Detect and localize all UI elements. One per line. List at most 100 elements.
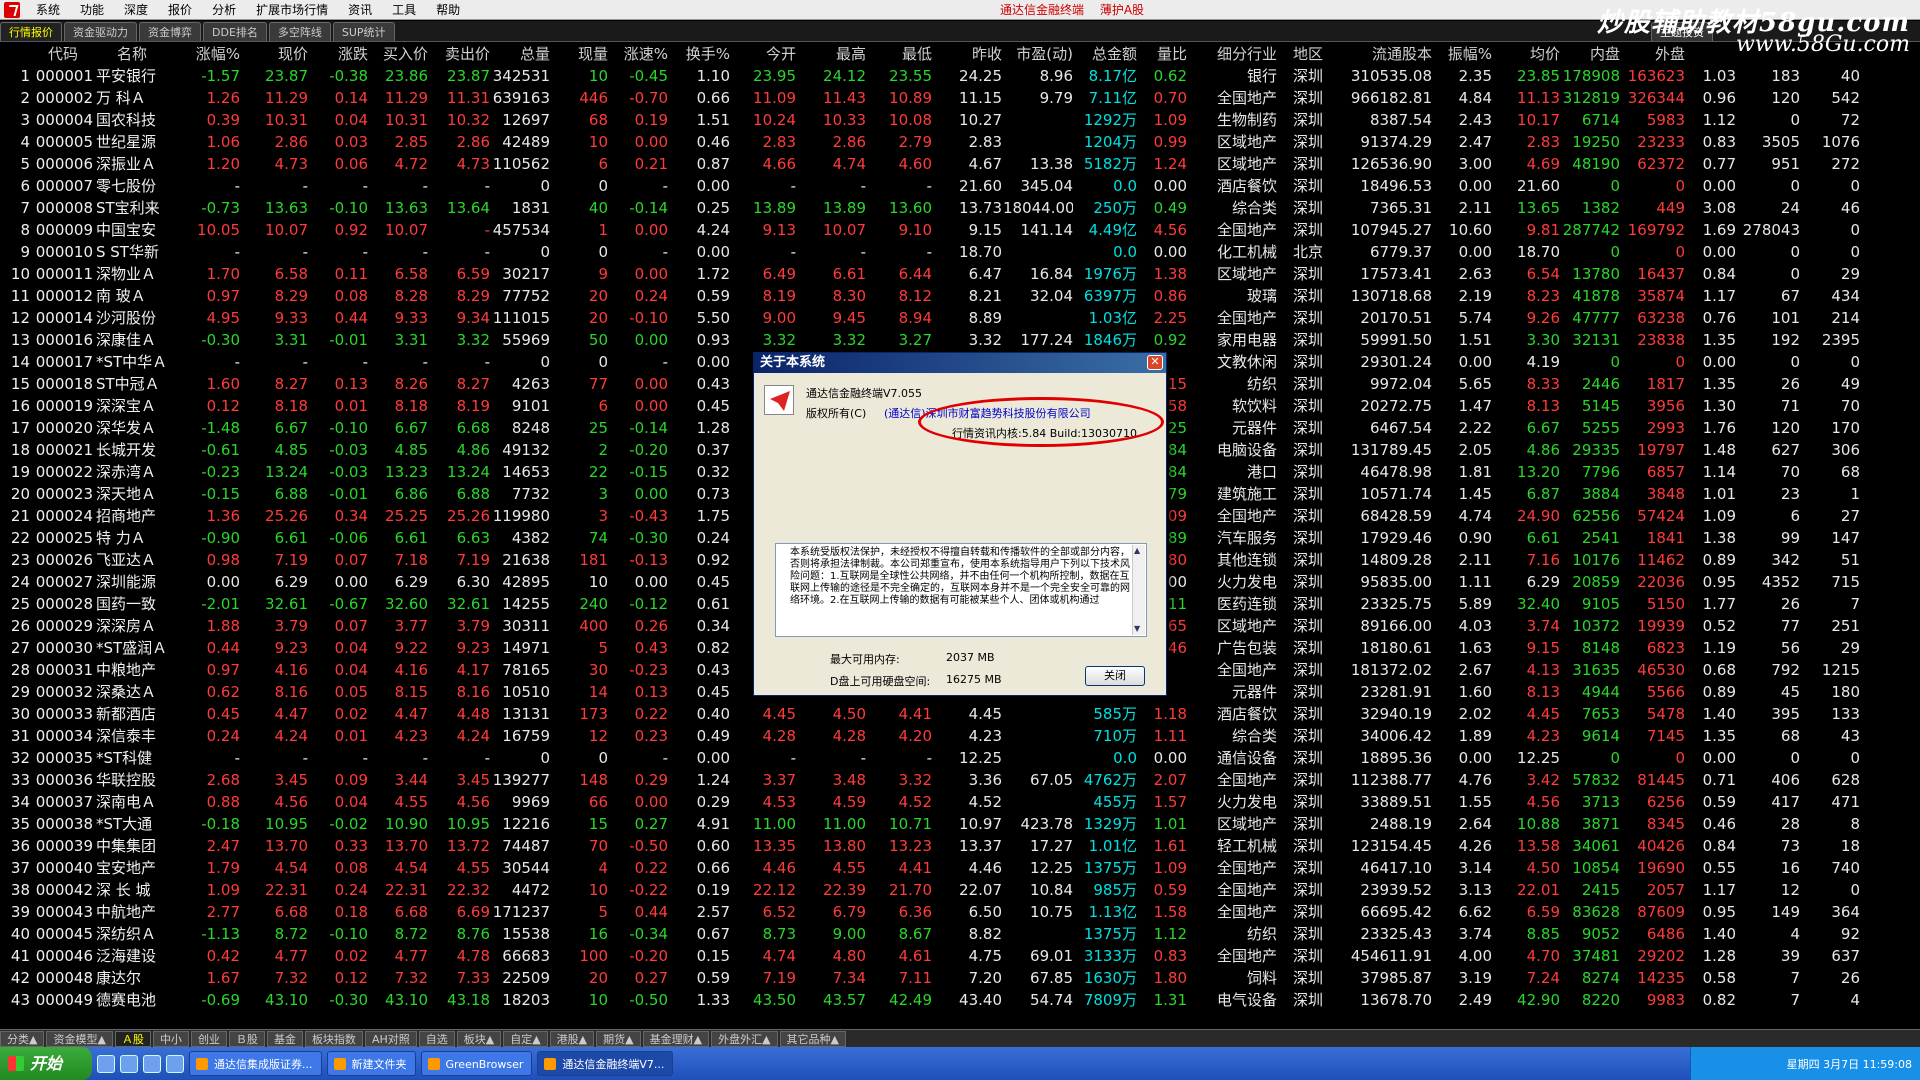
- menu-news[interactable]: 资讯: [338, 0, 382, 20]
- category-tab[interactable]: 板块指数: [304, 1030, 363, 1047]
- table-row[interactable]: 36 000039 中集集团 2.47 13.70 0.33 13.70 13.72 74487…: [0, 835, 1920, 857]
- column-header[interactable]: 现量: [558, 43, 608, 65]
- column-header[interactable]: 细分行业: [1193, 43, 1277, 65]
- notice-scrollbar[interactable]: [1132, 545, 1145, 635]
- table-row[interactable]: 3 000004 国农科技 0.39 10.31 0.04 10.31 10.32 12697 6…: [0, 109, 1920, 131]
- category-tab[interactable]: AH对照: [364, 1030, 417, 1047]
- tab-quotes[interactable]: 行情报价: [0, 22, 62, 41]
- table-row[interactable]: 13 000016 深康佳Ａ -0.30 3.31 -0.01 3.31 3.32 55969 5…: [0, 329, 1920, 351]
- menu-function[interactable]: 功能: [70, 0, 114, 20]
- table-row[interactable]: 11 000012 南 玻Ａ 0.97 8.29 0.08 8.28 8.29 77752 20 0…: [0, 285, 1920, 307]
- table-row[interactable]: 6 000007 零七股份 - - - - -0 0-0.00- - -21.60 345.04 0.0…: [0, 175, 1920, 197]
- menu-depth[interactable]: 深度: [114, 0, 158, 20]
- table-row[interactable]: 39 000043 中航地产 2.77 6.68 0.18 6.68 6.69 171237 5 0…: [0, 901, 1920, 923]
- category-tab[interactable]: 其它品种▲: [779, 1030, 847, 1047]
- menu-quote[interactable]: 报价: [158, 0, 202, 20]
- column-header[interactable]: 地区: [1283, 43, 1323, 65]
- category-tab[interactable]: 基金: [266, 1030, 303, 1047]
- table-row[interactable]: 9 000010 S ST华新 - - - - - 0 0 - 0.00 - - - 18.70 0.0 0.00…: [0, 241, 1920, 263]
- column-header[interactable]: 最高: [804, 43, 866, 65]
- table-row[interactable]: 42 000048 康达尔 1.67 7.32 0.12 7.32 7.33 22509 20 0.…: [0, 967, 1920, 989]
- desktop-icon[interactable]: [97, 1054, 115, 1073]
- category-tab[interactable]: 期货▲: [596, 1030, 641, 1047]
- table-row[interactable]: 40 000045 深纺织Ａ -1.13 8.72 -0.10 8.72 8.76 15538 1…: [0, 923, 1920, 945]
- category-tab[interactable]: 创业: [190, 1030, 227, 1047]
- taskbar-item-tdx-integrated[interactable]: 通达信集成版证券...: [189, 1051, 322, 1076]
- table-row[interactable]: 2 000002 万 科Ａ 1.26 11.29 0.14 11.29 11.31 639163…: [0, 87, 1920, 109]
- dialog-title-bar[interactable]: 关于本系统 ✕: [754, 353, 1166, 373]
- tab-dde-rank[interactable]: DDE排名: [203, 22, 267, 41]
- taskbar-item-tdx-terminal[interactable]: 通达信金融终端V7...: [537, 1051, 674, 1076]
- cell-ask: 23.87: [447, 67, 490, 85]
- menu-tools[interactable]: 工具: [382, 0, 426, 20]
- table-row[interactable]: 34 000037 深南电Ａ 0.88 4.56 0.04 4.55 4.56 9969 66 0.…: [0, 791, 1920, 813]
- category-tab[interactable]: 资金模型▲: [46, 1030, 113, 1047]
- menu-system[interactable]: 系统: [26, 0, 70, 20]
- tab-capital-game[interactable]: 资金博弈: [139, 22, 201, 41]
- media-icon[interactable]: [166, 1054, 184, 1073]
- column-header[interactable]: 今开: [736, 43, 796, 65]
- browser-icon[interactable]: [143, 1054, 161, 1073]
- column-header[interactable]: 量比: [1141, 43, 1187, 65]
- column-header[interactable]: 名称: [96, 43, 168, 65]
- table-row[interactable]: 7 000008 ST宝利来 -0.73 13.63 -0.10 13.63 13.64 183…: [0, 197, 1920, 219]
- taskbar-item-greenbrowser[interactable]: GreenBrowser: [420, 1051, 533, 1076]
- close-icon[interactable]: ✕: [1147, 355, 1163, 370]
- table-row[interactable]: 12 000014 沙河股份 4.95 9.33 0.44 9.33 9.34 111015 20…: [0, 307, 1920, 329]
- tab-sup-stats[interactable]: SUP统计: [332, 22, 395, 41]
- license-notice-text[interactable]: 本系统受版权法保护，未经授权不得擅自转载和传播软件的全部或部分内容，否则将承担法…: [775, 543, 1147, 637]
- menu-analysis[interactable]: 分析: [202, 0, 246, 20]
- column-header[interactable]: 总量: [490, 43, 550, 65]
- table-row[interactable]: 10 000011 深物业Ａ 1.70 6.58 0.11 6.58 6.59 30217 9 0.…: [0, 263, 1920, 285]
- table-row[interactable]: 1 000001 平安银行 -1.57 23.87 -0.38 23.86 23.87 3425…: [0, 65, 1920, 87]
- table-row[interactable]: 33 000036 华联控股 2.68 3.45 0.09 3.44 3.45 139277 14…: [0, 769, 1920, 791]
- column-header[interactable]: 昨收: [940, 43, 1002, 65]
- clock[interactable]: 星期四 3月7日 11:59:08: [1787, 1056, 1912, 1072]
- start-button[interactable]: 开始: [0, 1047, 92, 1080]
- menu-extended-market[interactable]: 扩展市场行情: [246, 0, 338, 20]
- column-header[interactable]: 外盘: [1625, 43, 1685, 65]
- column-header[interactable]: 买入价: [370, 43, 428, 65]
- column-header[interactable]: 总金额: [1075, 43, 1137, 65]
- category-tab[interactable]: 中小: [152, 1030, 189, 1047]
- explorer-icon[interactable]: [120, 1054, 138, 1073]
- table-row[interactable]: 35 000038 *ST大通 -0.18 10.95 -0.02 10.90 10.95 12…: [0, 813, 1920, 835]
- taskbar-item-new-folder[interactable]: 新建文件夹: [326, 1051, 416, 1076]
- table-row[interactable]: 5 000006 深振业Ａ 1.20 4.73 0.06 4.72 4.73 110562 6 0.…: [0, 153, 1920, 175]
- column-header[interactable]: 内盘: [1562, 43, 1620, 65]
- column-header[interactable]: 振幅%: [1436, 43, 1492, 65]
- category-tab[interactable]: 分类▲: [0, 1030, 45, 1047]
- column-header[interactable]: 涨速%: [612, 43, 668, 65]
- category-tab[interactable]: Ｂ股: [228, 1030, 265, 1047]
- table-row[interactable]: 31 000034 深信泰丰 0.24 4.24 0.01 4.23 4.24 16759 12 0…: [0, 725, 1920, 747]
- table-row[interactable]: 41 000046 泛海建设 0.42 4.77 0.02 4.77 4.78 66683 100…: [0, 945, 1920, 967]
- table-row[interactable]: 32 000035 *ST科健 - - - - - 0 0 - 0.00 - - - 12.25 0.0 0.00…: [0, 747, 1920, 769]
- column-header[interactable]: 卖出价: [432, 43, 490, 65]
- column-header[interactable]: 现价: [248, 43, 308, 65]
- menu-help[interactable]: 帮助: [426, 0, 470, 20]
- table-row[interactable]: 30 000033 新都酒店 0.45 4.47 0.02 4.47 4.48 13131 173…: [0, 703, 1920, 725]
- category-tab[interactable]: 自选: [418, 1030, 455, 1047]
- table-row[interactable]: 43 000049 德赛电池 -0.69 43.10 -0.30 43.10 43.18 182…: [0, 989, 1920, 1011]
- tab-long-short[interactable]: 多空阵线: [268, 22, 331, 41]
- category-tab[interactable]: 外盘外汇▲: [711, 1030, 778, 1047]
- column-header[interactable]: 市盈(动): [1003, 43, 1073, 65]
- category-tab[interactable]: 港股▲: [549, 1030, 595, 1047]
- category-tab[interactable]: 板块▲: [456, 1030, 502, 1047]
- column-header[interactable]: 最低: [872, 43, 932, 65]
- column-header[interactable]: 均价: [1500, 43, 1560, 65]
- table-row[interactable]: 37 000040 宝安地产 1.79 4.54 0.08 4.54 4.55 30544 4 0.…: [0, 857, 1920, 879]
- column-header[interactable]: 换手%: [674, 43, 730, 65]
- close-button[interactable]: 关闭: [1085, 666, 1145, 686]
- column-header[interactable]: 代码: [33, 43, 93, 65]
- table-row[interactable]: 38 000042 深 长 城 1.09 22.31 0.24 22.31 22.32 4472…: [0, 879, 1920, 901]
- table-row[interactable]: 4 000005 世纪星源 1.06 2.86 0.03 2.85 2.86 42489 10 0.…: [0, 131, 1920, 153]
- category-tab[interactable]: 基金理财▲: [642, 1030, 710, 1047]
- column-header[interactable]: 涨跌: [312, 43, 368, 65]
- category-tab[interactable]: Ａ股: [114, 1030, 151, 1047]
- category-tab[interactable]: 自定▲: [503, 1030, 548, 1047]
- tab-capital-drive[interactable]: 资金驱动力: [64, 22, 137, 41]
- column-header[interactable]: 流通股本: [1332, 43, 1432, 65]
- table-row[interactable]: 8 000009 中国宝安 10.05 10.07 0.92 10.07-457534 1 0.…: [0, 219, 1920, 241]
- column-header[interactable]: 涨幅%: [182, 43, 240, 65]
